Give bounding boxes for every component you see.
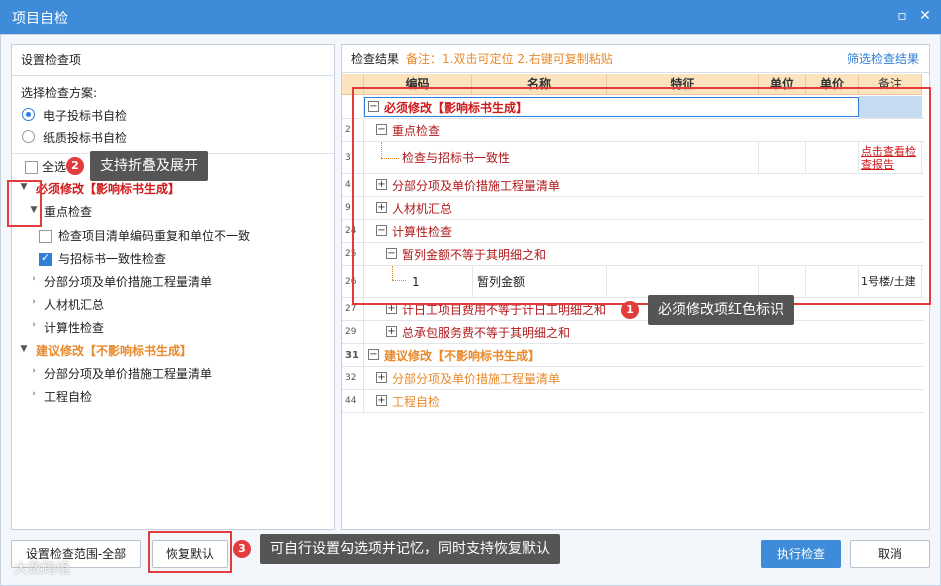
radio-selected-icon [22,108,35,121]
select-all-label: 全选 [42,160,67,174]
radio-icon [22,130,35,143]
annotation-tip-3: 可自行设置勾选项并记忆，同时支持恢复默认 [260,534,560,564]
restore-default-button[interactable]: 恢复默认 [152,540,228,568]
scheme-label: 选择检查方案: [21,86,98,100]
annotation-badge-2: 2 [66,157,84,175]
table-row[interactable]: 29 + 总承包服务费不等于其明细之和 [342,321,924,344]
tree-item[interactable]: 计算性检查 [44,319,104,337]
table-row[interactable]: 31 − 建议修改【不影响标书生成】 [342,344,924,367]
tree-must-modify[interactable]: 必须修改【影响标书生成】 [36,180,180,198]
collapse-arrow-icon[interactable]: › [29,274,39,284]
expand-icon[interactable]: + [386,326,397,337]
scheme-radio-paper[interactable]: 纸质投标书自检 [22,128,342,146]
collapse-arrow-icon[interactable]: › [29,320,39,330]
collapse-arrow-icon[interactable]: › [29,389,39,399]
tree-item[interactable]: 工程自检 [44,388,92,406]
cancel-button[interactable]: 取消 [850,540,930,568]
watermark: 大数跨境 [14,561,70,577]
tree-suggest-modify[interactable]: 建议修改【不影响标书生成】 [36,342,192,360]
table-row[interactable]: 44 + 工程自检 [342,390,924,413]
panel-header: 设置检查项 [12,45,334,76]
annotation-tip-1: 必须修改项红色标识 [648,295,794,325]
close-icon[interactable]: ✕ [915,6,935,26]
collapse-arrow-icon[interactable]: › [29,297,39,307]
annotation-box-2 [7,180,42,227]
tree-key-check[interactable]: 重点检查 [44,203,92,221]
tree-item[interactable]: 人材机汇总 [44,296,104,314]
select-all-checkbox[interactable] [25,161,38,174]
window-title: 项目自检 [12,11,68,27]
run-check-button[interactable]: 执行检查 [761,540,841,568]
results-header: 检查结果 备注：1.双击可定位 2.右键可复制粘贴 筛选检查结果 [342,45,929,73]
check-item-checkbox[interactable] [39,230,52,243]
tree-check-item[interactable]: 与招标书一致性检查 [58,250,166,268]
annotation-box-1 [352,87,931,305]
tree-item[interactable]: 分部分项及单价措施工程量清单 [44,365,212,383]
expand-icon[interactable]: + [376,372,387,383]
check-items-panel: 设置检查项 选择检查方案: 电子投标书自检 纸质投标书自检 全选 ▼ 必须修改【… [11,44,335,530]
annotation-tip-2: 支持折叠及展开 [90,151,208,181]
check-item-checkbox[interactable] [39,251,52,266]
collapse-icon[interactable]: − [368,349,379,360]
annotation-badge-1: 1 [621,301,639,319]
tree-check-item[interactable]: 检查项目清单编码重复和单位不一致 [58,227,250,245]
expand-arrow-icon[interactable]: ▼ [19,344,29,354]
annotation-badge-3: 3 [233,540,251,558]
title-bar: 项目自检 ▫ ✕ [0,0,941,34]
filter-results-link[interactable]: 筛选检查结果 [847,45,919,73]
scheme-radio-electronic[interactable]: 电子投标书自检 [22,106,342,124]
results-note: 备注：1.双击可定位 2.右键可复制粘贴 [406,52,613,66]
expand-icon[interactable]: + [376,395,387,406]
collapse-arrow-icon[interactable]: › [29,366,39,376]
tree-item[interactable]: 分部分项及单价措施工程量清单 [44,273,212,291]
table-row[interactable]: 32 + 分部分项及单价措施工程量清单 [342,367,924,390]
results-title: 检查结果 [351,52,400,66]
maximize-icon[interactable]: ▫ [892,6,912,26]
